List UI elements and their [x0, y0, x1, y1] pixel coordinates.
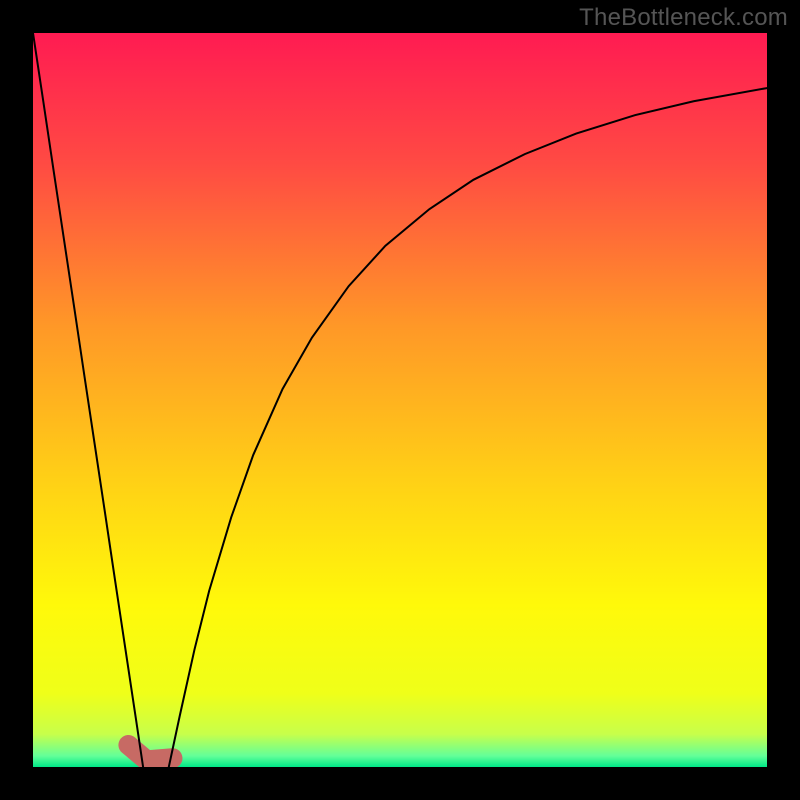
chart-svg — [33, 33, 767, 767]
chart-container: TheBottleneck.com — [0, 0, 800, 800]
gradient-background — [33, 33, 767, 767]
plot-area — [33, 33, 767, 767]
watermark-text: TheBottleneck.com — [579, 4, 788, 32]
